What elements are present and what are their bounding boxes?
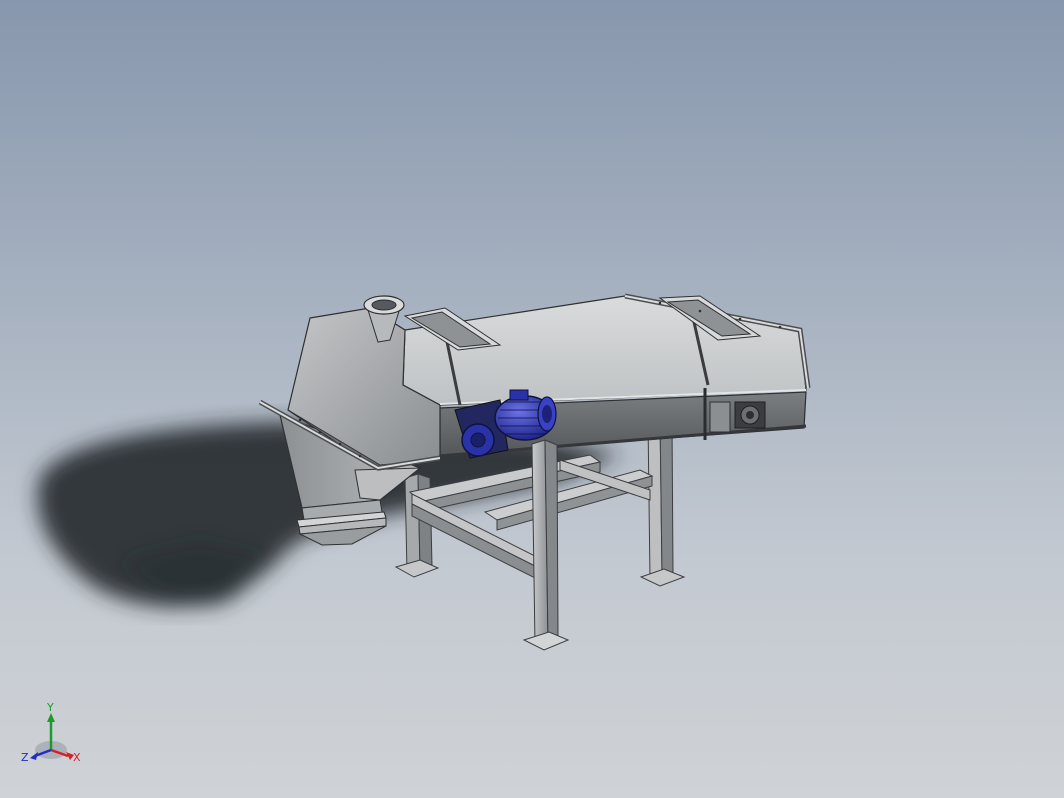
model-scene[interactable] xyxy=(0,0,1064,798)
x-axis-label: X xyxy=(73,751,81,764)
y-arrowhead xyxy=(47,713,55,722)
view-orientation-triad[interactable]: Y X Z xyxy=(18,700,98,780)
graphics-viewport[interactable]: Y X Z xyxy=(0,0,1064,798)
z-axis-label: Z xyxy=(21,751,29,764)
y-axis-label: Y xyxy=(46,701,54,714)
z-arrowhead xyxy=(30,752,38,760)
